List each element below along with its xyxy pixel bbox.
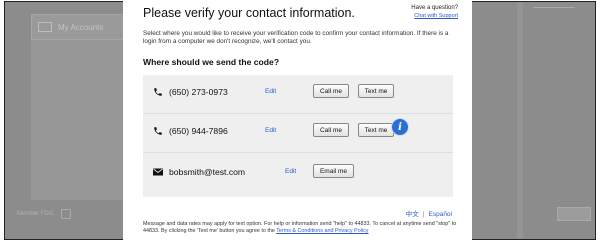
phone-number: (650) 273-0973 <box>169 87 228 97</box>
chat-support-link[interactable]: Chat with Support <box>414 13 458 19</box>
verify-contact-modal: Please verify your contact information. … <box>123 0 472 241</box>
language-switcher: 中文 | Español <box>406 208 452 218</box>
text-me-button[interactable]: Text me <box>358 84 394 98</box>
contact-row-phone-1: (650) 273-0973 Edit Call me Text me <box>143 75 453 114</box>
sms-disclaimer: Message and data rates may apply for tex… <box>143 221 472 235</box>
contact-options-list: (650) 273-0973 Edit Call me Text me (650… <box>143 75 453 197</box>
phone-icon <box>153 126 163 136</box>
phone-icon <box>153 87 163 97</box>
text-me-button[interactable]: Text me <box>358 123 394 137</box>
edit-phone-link[interactable]: Edit <box>265 88 276 95</box>
call-me-button[interactable]: Call me <box>313 123 349 137</box>
help-question: Have a question? <box>411 5 458 11</box>
call-me-button[interactable]: Call me <box>313 84 349 98</box>
member-fdic-label: Member FDIC <box>17 211 55 217</box>
email-address: bobsmith@test.com <box>169 167 246 177</box>
info-icon[interactable]: i <box>391 118 409 136</box>
my-accounts-label: My Accounts <box>58 22 104 32</box>
edit-email-link[interactable]: Edit <box>285 168 296 175</box>
accounts-icon <box>38 22 52 32</box>
chinese-language-link[interactable]: 中文 <box>406 211 419 218</box>
background-top-link <box>533 3 575 8</box>
spanish-language-link[interactable]: Español <box>429 211 453 218</box>
edit-phone-link[interactable]: Edit <box>265 127 276 134</box>
background-stripe <box>517 2 523 239</box>
language-separator: | <box>422 211 425 218</box>
intro-text: Select where you would like to receive y… <box>143 30 449 46</box>
terms-privacy-link[interactable]: Terms & Conditions and Privacy Policy <box>276 228 368 234</box>
equal-housing-icon <box>60 209 71 219</box>
my-accounts-tile: My Accounts <box>31 14 135 40</box>
background-security-badge <box>557 207 591 221</box>
send-code-heading: Where should we send the code? <box>143 57 280 67</box>
email-me-button[interactable]: Email me <box>313 164 354 178</box>
background-sidebar-panel <box>31 40 135 200</box>
modal-title: Please verify your contact information. <box>143 6 355 20</box>
phone-number: (650) 944-7896 <box>169 126 228 136</box>
background-footer: Member FDIC <box>17 209 71 219</box>
contact-row-email: bobsmith@test.com Edit Email me <box>143 155 453 194</box>
envelope-icon <box>153 167 163 177</box>
